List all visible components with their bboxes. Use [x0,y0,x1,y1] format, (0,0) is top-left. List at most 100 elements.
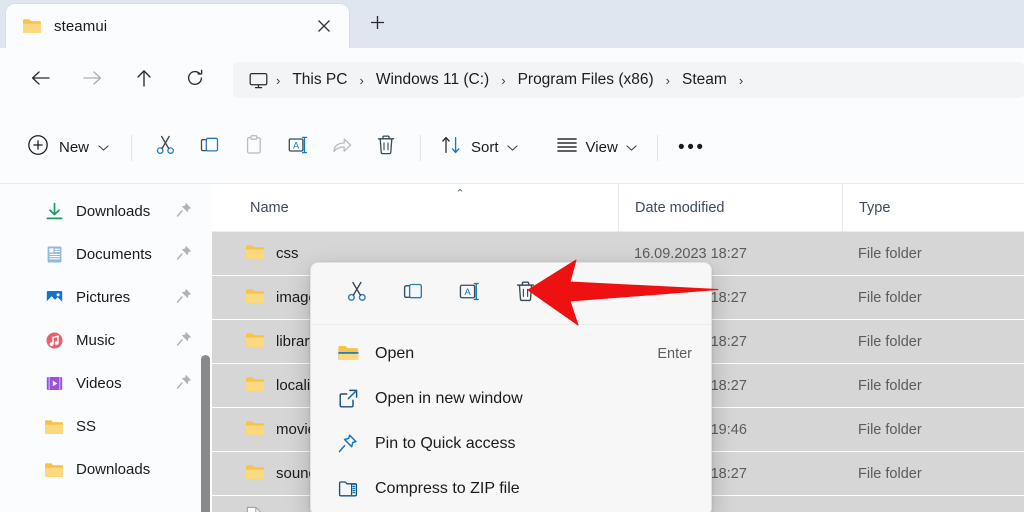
sidebar-list: Downloads Documents Pictures Music Videos SS D… [0,184,211,491]
breadcrumb-separator: › [359,72,364,88]
rename-button[interactable]: A [276,128,320,168]
paste-button[interactable] [232,128,276,168]
sidebar-item-documents-1[interactable]: Documents [6,233,203,276]
context-menu-item-open[interactable]: Open Enter [316,331,706,376]
pin-icon[interactable] [176,201,193,223]
context-menu-rename-button[interactable]: A [441,272,497,316]
folder-icon [245,288,265,308]
refresh-icon [186,69,204,92]
file-explorer-window: steamui › This PC › Windows 11 (C:) › Pr… [0,0,1024,512]
address-bar: › This PC › Windows 11 (C:) › Program Fi… [0,48,1024,112]
pin-icon[interactable] [176,373,193,395]
zip-icon [336,479,360,499]
view-lines-icon [556,136,578,159]
context-menu-item-pin-to-quick-access[interactable]: Pin to Quick access [316,421,706,466]
view-button-label: View [585,139,618,156]
sidebar-item-videos-4[interactable]: Videos [6,362,203,405]
arrow-right-icon [82,70,102,91]
file-type-cell: File folder [858,333,922,350]
column-headers: Name ⌃ Date modified Type [212,184,1024,232]
breadcrumb-separator: › [501,72,506,88]
sidebar-item-label: Documents [76,246,152,263]
delete-button[interactable] [364,128,408,168]
breadcrumb-separator: › [738,72,744,88]
up-button[interactable] [126,62,162,98]
sidebar-item-ss-5[interactable]: SS [6,405,203,448]
sidebar-item-label: Videos [76,375,122,392]
breadcrumb[interactable]: › This PC › Windows 11 (C:) › Program Fi… [233,62,1024,98]
folder-icon [22,18,42,34]
tab-bar: steamui [0,0,1024,48]
trash-icon [375,134,397,161]
svg-text:A: A [464,287,471,298]
breadcrumb-item-steam[interactable]: Steam [674,68,735,92]
svg-text:A: A [293,141,300,151]
pin-icon[interactable] [176,244,193,266]
pictures-icon [44,288,64,308]
folder-icon [245,244,265,264]
file-type-cell: File folder [858,465,922,482]
sidebar-item-label: Downloads [76,203,151,220]
new-button[interactable]: New [20,129,119,167]
tab-steamui[interactable]: steamui [6,4,349,48]
monitor-icon[interactable] [245,72,272,89]
column-header-date-label: Date modified [635,199,725,216]
new-button-label: New [59,139,90,156]
sidebar-item-downloads-0[interactable]: Downloads [6,190,203,233]
share-icon [331,134,354,161]
column-header-date-modified[interactable]: Date modified [618,184,842,231]
rename-icon: A [457,280,482,308]
context-menu-item-compress-to-zip-file[interactable]: Compress to ZIP file [316,466,706,511]
context-menu-copy-button[interactable] [385,272,441,316]
divider [131,134,133,161]
sidebar-item-pictures-2[interactable]: Pictures [6,276,203,319]
ellipsis-icon: ••• [678,137,706,158]
sort-ascending-icon: ⌃ [455,188,465,200]
column-header-name[interactable]: Name ⌃ [212,184,618,231]
scissors-icon [155,134,177,161]
copy-button[interactable] [188,128,232,168]
pin-icon[interactable] [176,287,193,309]
copy-icon [402,280,425,308]
forward-button[interactable] [74,62,110,98]
pin-icon[interactable] [176,330,193,352]
arrow-up-icon [136,69,152,92]
refresh-button[interactable] [177,62,213,98]
context-menu-cut-button[interactable] [329,272,385,316]
breadcrumb-item-this-pc[interactable]: This PC [284,68,355,92]
sidebar-item-music-3[interactable]: Music [6,319,203,362]
sort-button[interactable]: Sort [433,128,526,168]
sidebar-scrollbar-thumb[interactable] [201,355,210,512]
breadcrumb-separator: › [665,72,670,88]
chevron-down-icon [98,144,109,152]
cut-button[interactable] [144,128,188,168]
breadcrumb-item-windows-c[interactable]: Windows 11 (C:) [368,68,497,92]
column-header-type-label: Type [859,199,891,216]
column-header-type[interactable]: Type [842,184,1024,231]
folder-icon [245,464,265,484]
sidebar-item-label: Pictures [76,289,131,306]
navigation-pane: Downloads Documents Pictures Music Videos SS D… [0,184,211,512]
file-type-cell: File folder [858,245,922,262]
file-name-label: css [276,245,299,262]
context-menu-item-label: Compress to ZIP file [375,479,520,497]
view-button[interactable]: View [548,128,645,168]
breadcrumb-item-program-files[interactable]: Program Files (x86) [510,68,662,92]
close-icon[interactable] [309,11,339,41]
music-icon [44,331,64,351]
more-options-button[interactable]: ••• [670,128,714,168]
context-menu-item-label: Open in new window [375,389,523,407]
arrow-left-icon [31,70,50,91]
sort-button-label: Sort [471,139,499,156]
downloads-icon [44,202,64,222]
folder-icon [44,460,64,480]
share-button[interactable] [320,128,364,168]
folder-icon [44,417,64,437]
new-tab-button[interactable] [360,9,394,41]
sidebar-item-downloads-6[interactable]: Downloads [6,448,203,491]
copy-icon [199,134,221,161]
back-button[interactable] [22,62,58,98]
context-menu-item-open-in-new-window[interactable]: Open in new window [316,376,706,421]
file-type-cell: File folder [858,289,922,306]
file-type-cell: File folder [858,421,922,438]
